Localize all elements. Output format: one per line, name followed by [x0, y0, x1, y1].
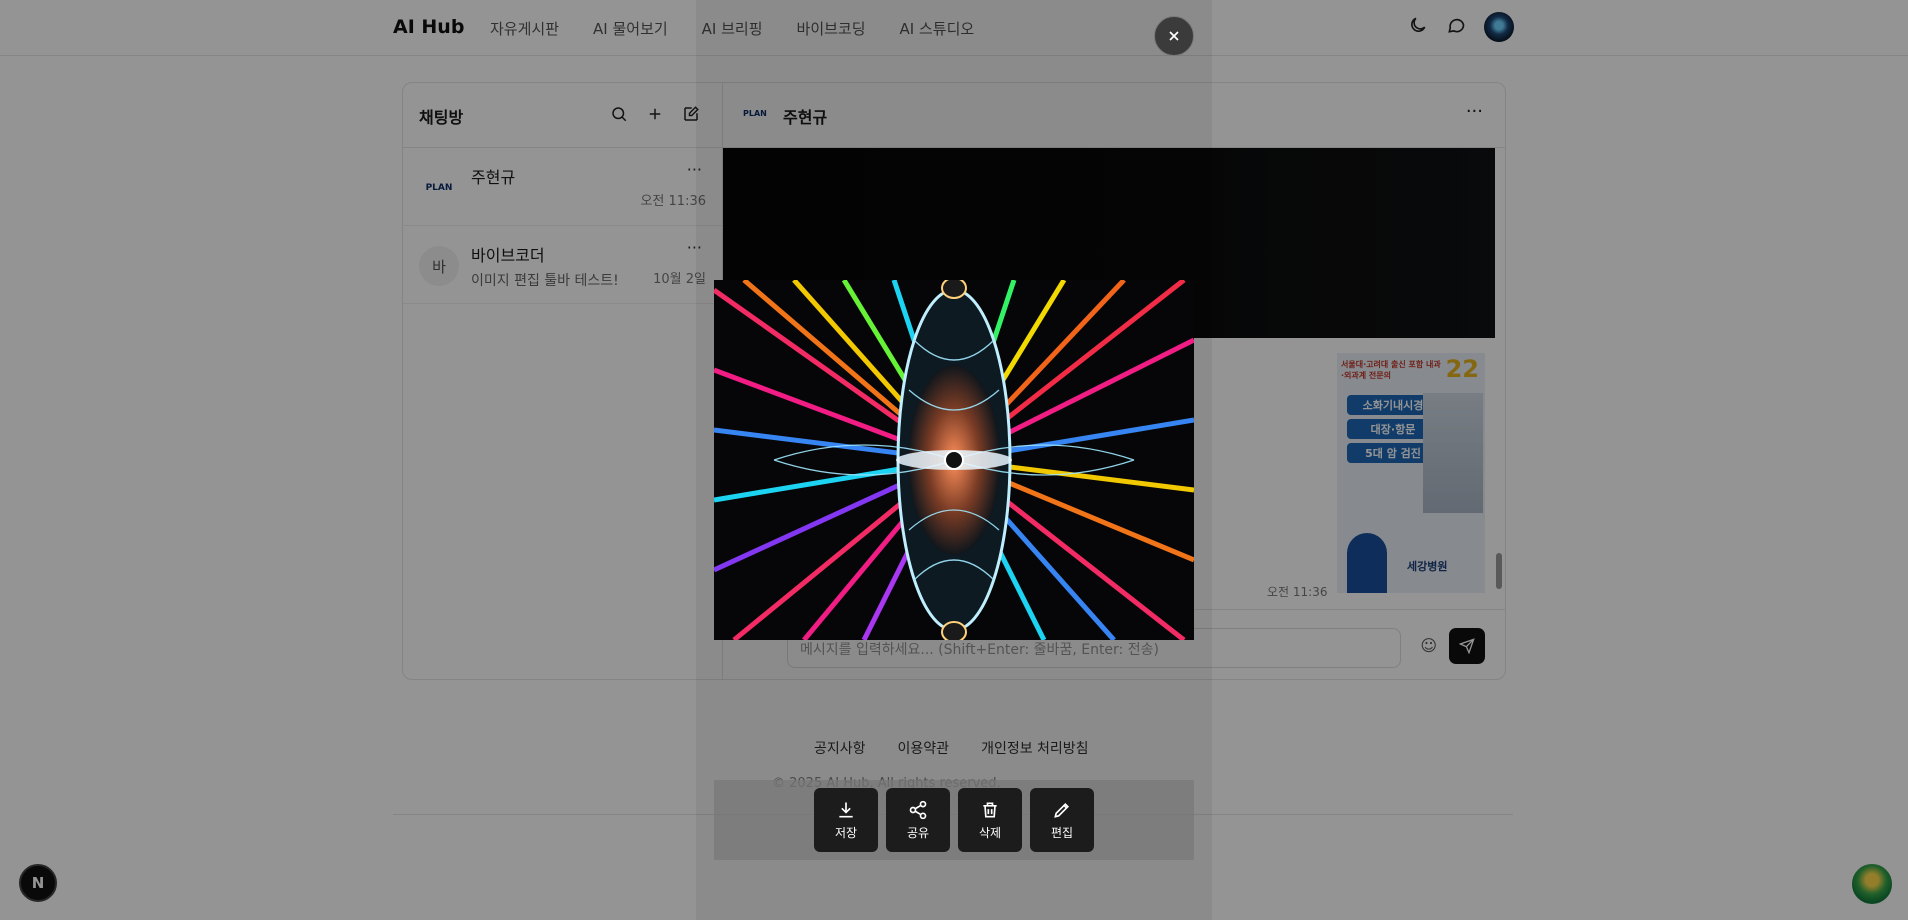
- share-icon: [909, 800, 927, 819]
- close-icon: [1169, 31, 1179, 41]
- trash-icon: [983, 802, 997, 817]
- pencil-icon: [1054, 802, 1070, 818]
- edit-label: 편집: [1050, 825, 1074, 840]
- delete-label: 삭제: [978, 825, 1002, 840]
- delete-button[interactable]: 삭제: [958, 788, 1022, 852]
- save-label: 저장: [834, 825, 858, 840]
- edit-button[interactable]: 편집: [1030, 788, 1094, 852]
- download-icon: [839, 802, 853, 817]
- close-button[interactable]: [1154, 16, 1194, 56]
- image-toolbar: [714, 780, 1194, 860]
- save-button[interactable]: 저장: [814, 788, 878, 852]
- viewer-image: [714, 280, 1194, 640]
- share-button[interactable]: 공유: [886, 788, 950, 852]
- share-label: 공유: [906, 825, 930, 840]
